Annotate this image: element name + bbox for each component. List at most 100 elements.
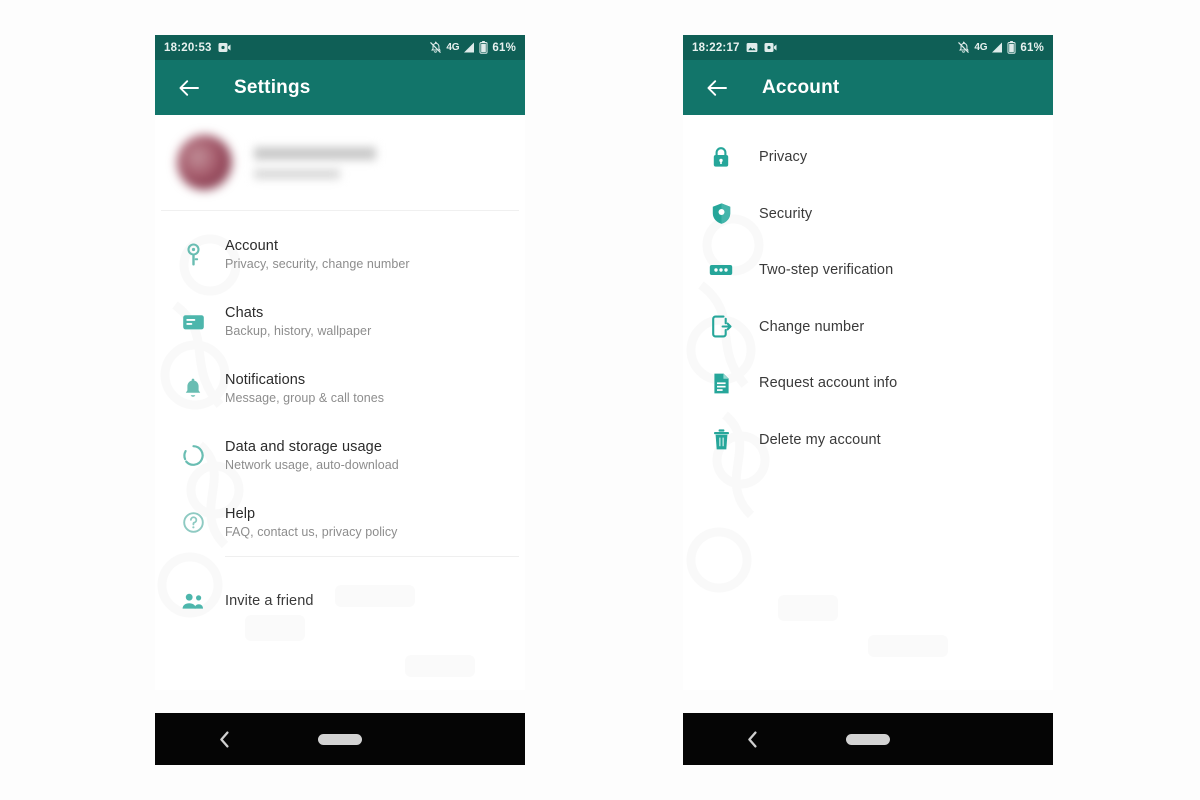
signal-bars-icon — [991, 42, 1003, 53]
settings-item-text: Data and storage usage Network usage, au… — [225, 439, 399, 472]
profile-row[interactable] — [155, 115, 525, 210]
settings-item-text: Account Privacy, security, change number — [225, 238, 410, 271]
profile-status — [254, 168, 340, 179]
settings-item-text: Notifications Message, group & call tone… — [225, 372, 384, 405]
status-bar-right: 4G 61% — [429, 41, 516, 54]
people-icon — [179, 592, 207, 611]
settings-screen: Account Privacy, security, change number… — [155, 115, 525, 690]
profile-text — [254, 146, 376, 179]
nav-back-icon[interactable] — [219, 730, 230, 748]
avatar[interactable] — [177, 135, 232, 190]
back-arrow-icon[interactable] — [705, 76, 729, 100]
profile-name — [254, 146, 376, 160]
data-icon — [179, 444, 207, 467]
account-item-security[interactable]: Security — [683, 186, 1053, 243]
status-bar-left: 18:20:53 — [164, 42, 231, 54]
nav-back-icon[interactable] — [747, 730, 758, 748]
account-phone: 18:22:17 4G 61% Account Privacy Security… — [683, 35, 1053, 765]
page-title: Settings — [234, 76, 311, 98]
settings-item-title: Data and storage usage — [225, 439, 382, 455]
nav-home-pill[interactable] — [318, 733, 362, 745]
bell-muted-icon — [957, 41, 970, 54]
account-item-privacy[interactable]: Privacy — [683, 129, 1053, 186]
battery-percent-label: 61% — [1020, 41, 1044, 54]
battery-icon — [1007, 41, 1016, 54]
account-item-title: Security — [759, 205, 813, 222]
settings-item-text: Chats Backup, history, wallpaper — [225, 305, 371, 338]
settings-item-subtitle: Privacy, security, change number — [225, 257, 410, 271]
help-icon — [179, 511, 207, 534]
app-bar: Account — [683, 60, 1053, 115]
key-icon — [179, 242, 207, 267]
chat-icon — [179, 312, 207, 332]
settings-item-subtitle: Network usage, auto-download — [225, 458, 399, 472]
account-item-text: Delete my account — [759, 432, 881, 448]
account-screen: Privacy Security Two-step verification C… — [683, 115, 1053, 690]
bell-muted-icon — [429, 41, 442, 54]
settings-item-invite-friend[interactable]: Invite a friend — [155, 573, 525, 629]
status-time: 18:20:53 — [164, 41, 212, 54]
settings-item-title: Help — [225, 506, 256, 522]
settings-phone: 18:20:53 4G 61% Settings Account Privacy… — [155, 35, 525, 765]
video-icon — [764, 42, 777, 53]
settings-list: Account Privacy, security, change number… — [155, 211, 525, 629]
settings-item-subtitle: Message, group & call tones — [225, 391, 385, 405]
signal-bars-icon — [463, 42, 475, 53]
settings-item-data-storage[interactable]: Data and storage usage Network usage, au… — [155, 422, 525, 489]
shield-icon — [707, 202, 735, 225]
network-type-label: 4G — [974, 42, 988, 53]
account-item-title: Delete my account — [759, 431, 881, 448]
android-nav-bar — [155, 713, 525, 765]
page-title: Account — [762, 76, 840, 98]
account-item-title: Privacy — [759, 149, 808, 166]
dots-icon — [707, 262, 735, 278]
battery-icon — [479, 41, 488, 54]
battery-percent-label: 61% — [492, 41, 516, 54]
trash-icon — [707, 428, 735, 451]
android-nav-bar — [683, 713, 1053, 765]
app-bar: Settings — [155, 60, 525, 115]
account-content: Privacy Security Two-step verification C… — [683, 115, 1053, 468]
settings-item-account[interactable]: Account Privacy, security, change number — [155, 221, 525, 288]
lock-icon — [707, 146, 735, 169]
phone-out-icon — [707, 315, 735, 338]
status-bar-left: 18:22:17 — [692, 42, 777, 54]
bell-icon — [179, 377, 207, 400]
settings-item-title: Notifications — [225, 372, 306, 388]
account-item-title: Two-step verification — [759, 262, 894, 279]
status-bar: 18:20:53 4G 61% — [155, 35, 525, 60]
account-item-text: Change number — [759, 319, 864, 335]
account-item-title: Change number — [759, 318, 865, 335]
status-time: 18:22:17 — [692, 41, 740, 54]
settings-item-title: Invite a friend — [225, 593, 314, 609]
settings-item-subtitle: Backup, history, wallpaper — [225, 324, 372, 338]
back-arrow-icon[interactable] — [177, 76, 201, 100]
settings-item-subtitle: FAQ, contact us, privacy policy — [225, 525, 398, 539]
status-bar: 18:22:17 4G 61% — [683, 35, 1053, 60]
account-item-two-step-verification[interactable]: Two-step verification — [683, 242, 1053, 299]
account-item-text: Privacy — [759, 149, 807, 165]
account-list: Privacy Security Two-step verification C… — [683, 115, 1053, 468]
settings-item-text: Help FAQ, contact us, privacy policy — [225, 506, 397, 539]
account-item-request-account-info[interactable]: Request account info — [683, 355, 1053, 412]
settings-item-text: Invite a friend — [225, 593, 314, 609]
status-bar-right: 4G 61% — [957, 41, 1044, 54]
account-item-text: Two-step verification — [759, 262, 893, 278]
settings-item-notifications[interactable]: Notifications Message, group & call tone… — [155, 355, 525, 422]
settings-content: Account Privacy, security, change number… — [155, 115, 525, 629]
settings-item-chats[interactable]: Chats Backup, history, wallpaper — [155, 288, 525, 355]
list-divider — [225, 556, 519, 557]
video-icon — [218, 42, 231, 53]
image-icon — [746, 42, 758, 53]
settings-item-title: Account — [225, 238, 279, 254]
account-item-change-number[interactable]: Change number — [683, 299, 1053, 356]
network-type-label: 4G — [446, 42, 460, 53]
settings-item-title: Chats — [225, 305, 264, 321]
account-item-text: Request account info — [759, 375, 897, 391]
account-item-title: Request account info — [759, 375, 898, 392]
nav-home-pill[interactable] — [846, 733, 890, 745]
settings-item-help[interactable]: Help FAQ, contact us, privacy policy — [155, 489, 525, 556]
document-icon — [707, 372, 735, 395]
account-item-text: Security — [759, 206, 812, 222]
account-item-delete-my-account[interactable]: Delete my account — [683, 412, 1053, 469]
